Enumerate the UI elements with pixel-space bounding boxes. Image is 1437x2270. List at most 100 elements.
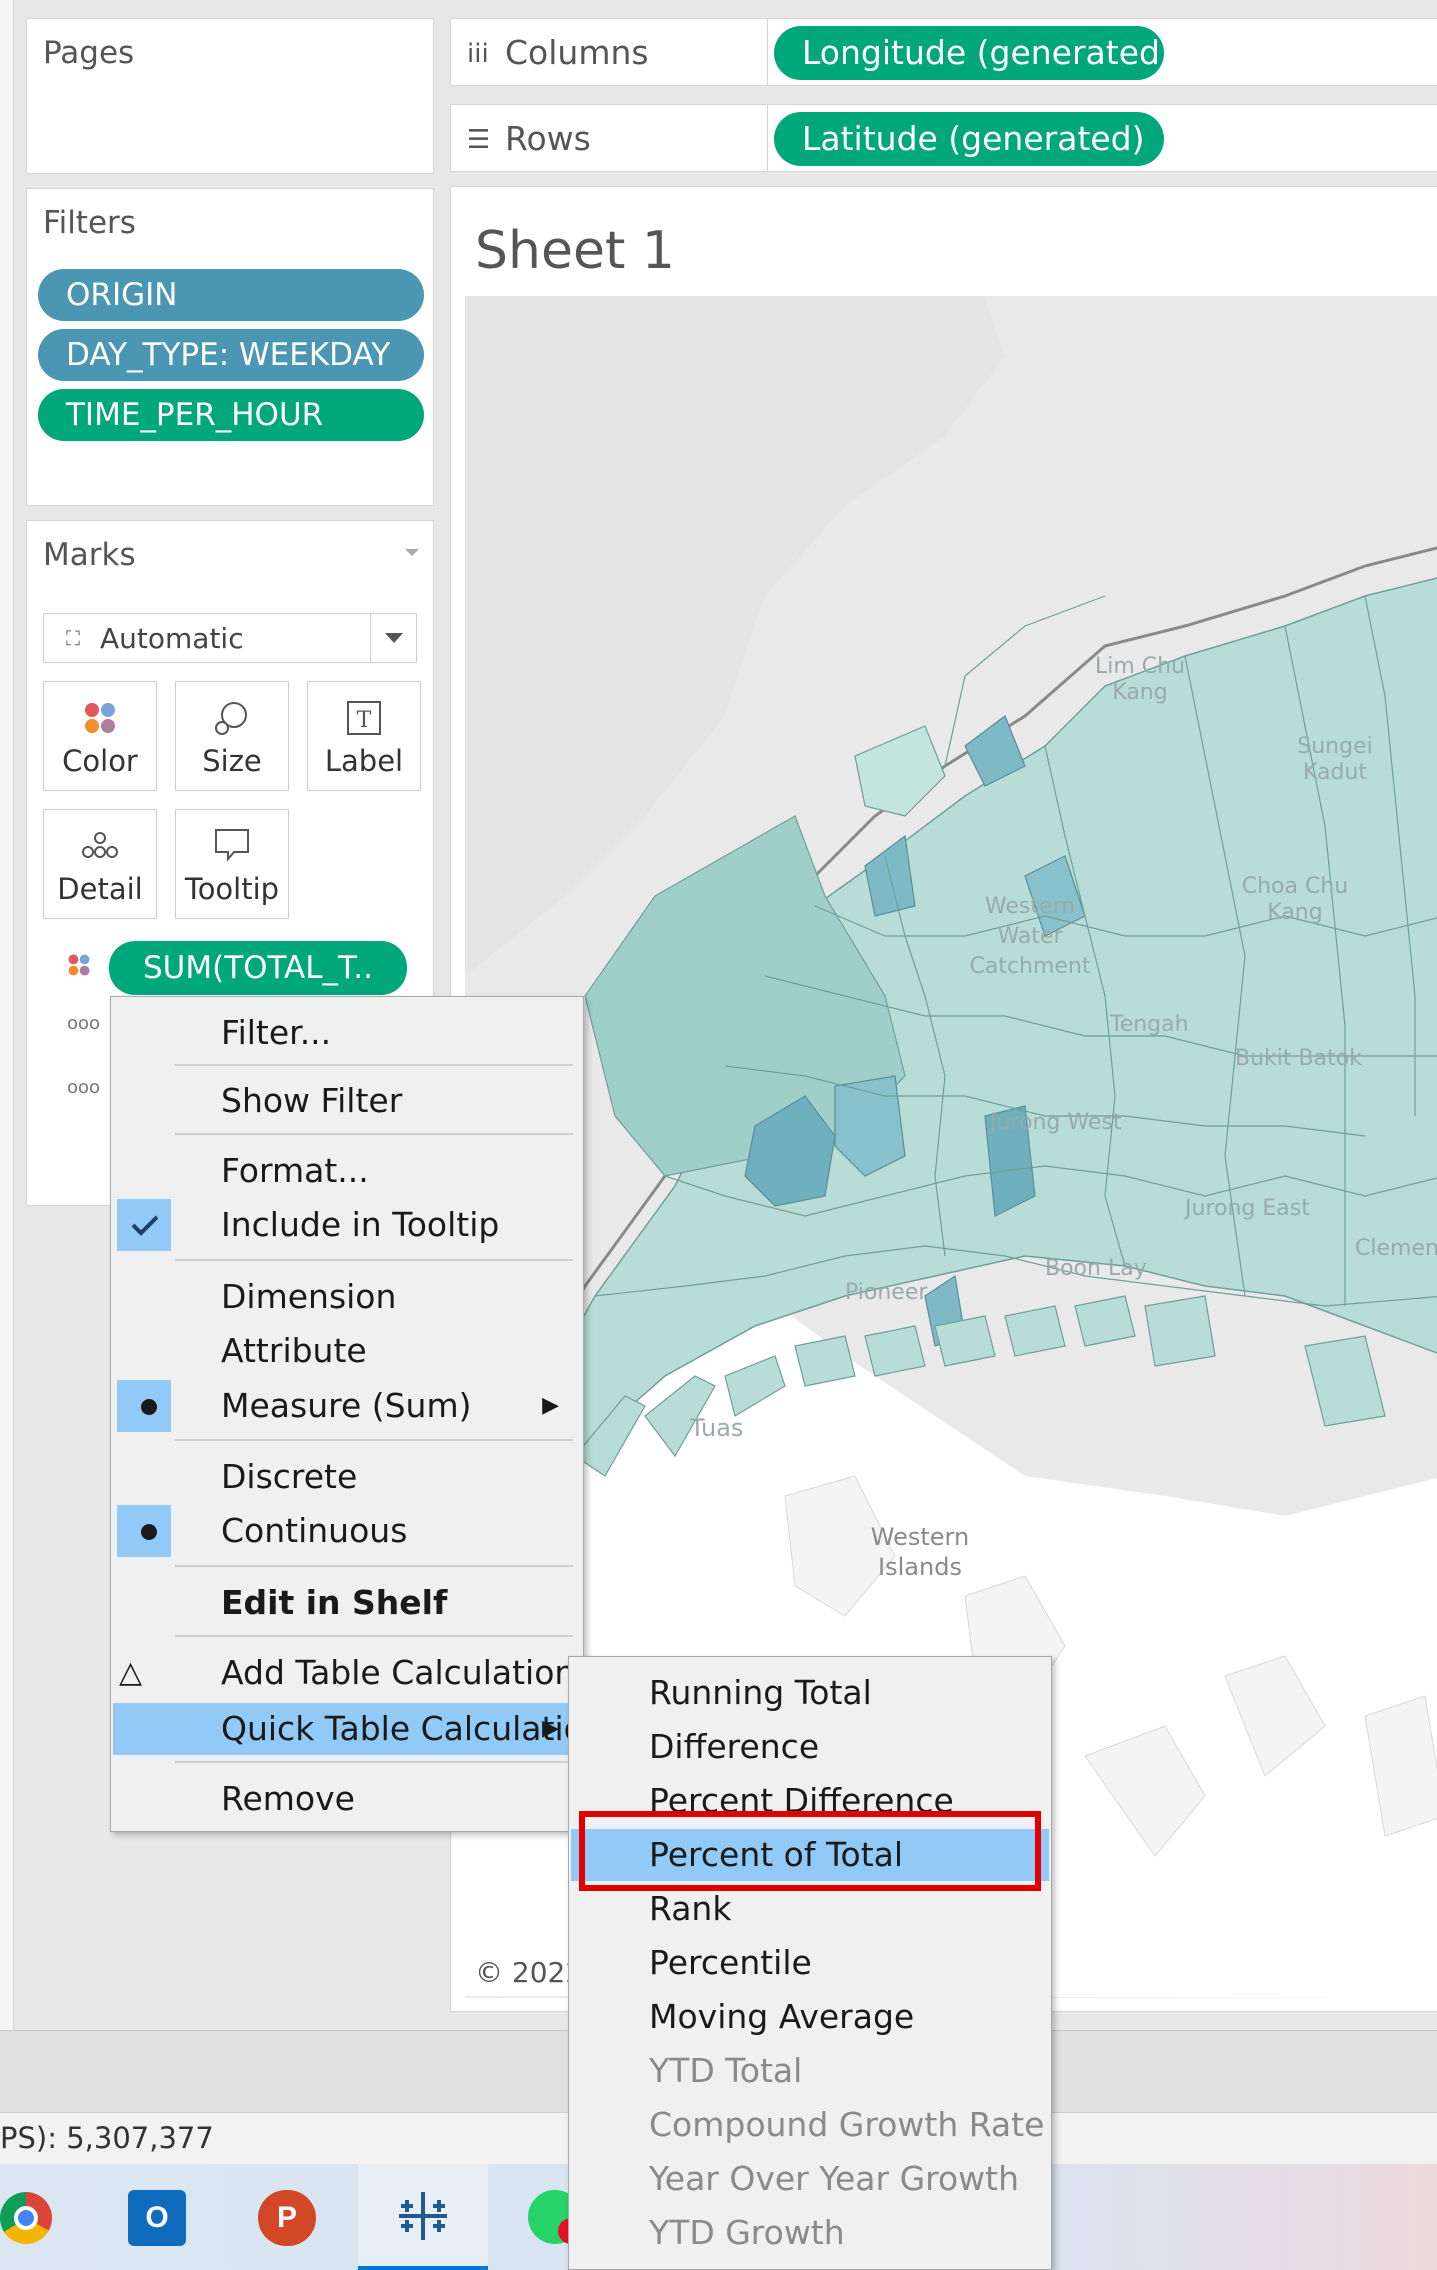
size-label: Size — [202, 744, 262, 778]
map-label-bukit-batok: Bukit Batok — [1235, 1046, 1362, 1071]
menu-separator — [175, 1635, 573, 1637]
detail-encoding-icon-2: ooo — [67, 1077, 101, 1098]
submenu-item-ytd-growth: YTD Growth — [571, 2207, 1049, 2259]
menu-item-measure-label: Measure (Sum) — [221, 1386, 472, 1425]
radio-selected-icon — [117, 1380, 171, 1432]
menu-item-add-table-calc[interactable]: △ Add Table Calculation... — [113, 1647, 607, 1699]
menu-item-remove[interactable]: Remove — [113, 1773, 581, 1825]
rows-pill[interactable]: Latitude (generated) — [774, 112, 1164, 166]
submenu-item-label: YTD Growth — [649, 2213, 845, 2252]
menu-item-quick-table-calc[interactable]: Quick Table Calculation ▶ — [113, 1703, 605, 1755]
menu-separator — [175, 1259, 573, 1261]
filters-title: Filters — [43, 205, 136, 241]
quick-table-calc-submenu[interactable]: Running Total Difference Percent Differe… — [568, 1656, 1052, 2270]
menu-item-format[interactable]: Format... — [113, 1145, 581, 1197]
columns-shelf[interactable]: iii Columns Longitude (generated) — [450, 18, 1437, 86]
submenu-arrow-icon: ▶ — [542, 1393, 559, 1418]
marks-collapse-icon[interactable] — [405, 549, 419, 556]
submenu-arrow-icon: ▶ — [542, 1716, 559, 1741]
columns-pill[interactable]: Longitude (generated) — [774, 26, 1164, 80]
automatic-mark-icon: ⛶ — [66, 626, 80, 650]
menu-item-continuous-label: Continuous — [221, 1511, 408, 1550]
color-icon — [44, 698, 156, 738]
map-label-tengah: Tengah — [1110, 1012, 1189, 1037]
filters-panel[interactable]: Filters ORIGIN DAY_TYPE: WEEKDAY TIME_PE… — [26, 188, 434, 506]
menu-item-discrete[interactable]: Discrete — [113, 1451, 581, 1503]
menu-separator — [175, 1761, 573, 1763]
size-button[interactable]: Size — [175, 681, 289, 791]
submenu-item-running-total[interactable]: Running Total — [571, 1667, 1049, 1719]
map-label-western-water-catchment: Western Water Catchment — [969, 894, 1091, 979]
columns-label: Columns — [505, 33, 649, 72]
delta-icon: △ — [119, 1655, 143, 1690]
submenu-item-label: Compound Growth Rate — [649, 2105, 1045, 2144]
tableau-icon[interactable] — [358, 2164, 488, 2270]
menu-item-show-filter[interactable]: Show Filter — [113, 1075, 581, 1127]
menu-item-continuous[interactable]: Continuous — [113, 1505, 581, 1557]
menu-item-measure[interactable]: Measure (Sum) ▶ — [113, 1380, 581, 1432]
detail-icon — [44, 826, 156, 866]
pages-panel[interactable]: Pages — [26, 18, 434, 174]
map-label-western-islands: Western Islands — [870, 1523, 970, 1581]
menu-item-edit-in-shelf-label: Edit in Shelf — [221, 1583, 448, 1622]
mark-type-value: Automatic — [100, 622, 244, 655]
rows-divider — [767, 105, 768, 171]
submenu-item-label: Percentile — [649, 1943, 812, 1982]
map-label-choa-chu-kang: Choa Chu Kang — [1241, 874, 1349, 925]
rows-shelf[interactable]: ☰ Rows Latitude (generated) — [450, 104, 1437, 172]
submenu-item-label: Moving Average — [649, 1997, 915, 2036]
submenu-item-percentile[interactable]: Percentile — [571, 1937, 1049, 1989]
submenu-item-label: Running Total — [649, 1673, 872, 1712]
submenu-item-moving-average[interactable]: Moving Average — [571, 1991, 1049, 2043]
color-label: Color — [62, 744, 138, 778]
detail-encoding-icon: ooo — [67, 1013, 101, 1034]
menu-separator — [175, 1133, 573, 1135]
submenu-item-label: Year Over Year Growth — [649, 2159, 1020, 2198]
powerpoint-icon[interactable]: P — [258, 2190, 316, 2246]
menu-item-include-tooltip[interactable]: Include in Tooltip — [113, 1199, 581, 1251]
menu-item-dimension[interactable]: Dimension — [113, 1271, 581, 1323]
detail-label: Detail — [57, 872, 143, 906]
submenu-item-label: YTD Total — [649, 2051, 803, 2090]
menu-item-edit-in-shelf[interactable]: Edit in Shelf — [113, 1577, 581, 1629]
label-button[interactable]: T Label — [307, 681, 421, 791]
left-edge-strip — [0, 0, 14, 2030]
menu-item-discrete-label: Discrete — [221, 1457, 358, 1496]
chevron-down-icon — [370, 614, 416, 662]
outlook-icon[interactable]: O — [128, 2190, 186, 2246]
detail-button[interactable]: Detail — [43, 809, 157, 919]
label-label: Label — [324, 744, 404, 778]
context-menu[interactable]: Filter... Show Filter Format... Include … — [110, 996, 607, 1832]
menu-item-filter-label: Filter... — [221, 1013, 332, 1052]
tooltip-label: Tooltip — [184, 872, 280, 906]
menu-separator — [175, 1439, 573, 1441]
radio-selected-icon — [117, 1505, 171, 1557]
pages-title: Pages — [43, 35, 135, 71]
marks-title: Marks — [43, 537, 136, 573]
menu-item-attribute[interactable]: Attribute — [113, 1325, 581, 1377]
mark-type-select[interactable]: ⛶ Automatic — [43, 613, 417, 663]
menu-item-attribute-label: Attribute — [221, 1331, 367, 1370]
submenu-item-label: Difference — [649, 1727, 820, 1766]
submenu-item-difference[interactable]: Difference — [571, 1721, 1049, 1773]
rows-label: Rows — [505, 119, 591, 158]
chrome-icon[interactable] — [0, 2192, 52, 2244]
size-icon — [176, 698, 288, 738]
marks-field-pill[interactable]: SUM(TOTAL_T.. — [109, 941, 407, 995]
color-button[interactable]: Color — [43, 681, 157, 791]
menu-item-dimension-label: Dimension — [221, 1277, 397, 1316]
menu-item-filter[interactable]: Filter... — [113, 1007, 581, 1059]
filter-pill-origin[interactable]: ORIGIN — [38, 269, 424, 321]
menu-item-add-table-calc-label: Add Table Calculation... — [221, 1653, 607, 1692]
status-text: PS): 5,307,377 — [0, 2121, 214, 2155]
filter-pill-day-type[interactable]: DAY_TYPE: WEEKDAY — [38, 329, 424, 381]
menu-item-include-tooltip-label: Include in Tooltip — [221, 1205, 500, 1244]
filter-pill-time-per-hour[interactable]: TIME_PER_HOUR — [38, 389, 424, 441]
map-label-boon-lay: Boon Lay — [1045, 1256, 1147, 1281]
submenu-item-compound-growth-rate: Compound Growth Rate — [571, 2099, 1049, 2151]
submenu-item-ytd-total: YTD Total — [571, 2045, 1049, 2097]
columns-divider — [767, 19, 768, 85]
tooltip-button[interactable]: Tooltip — [175, 809, 289, 919]
submenu-item-year-over-year-growth: Year Over Year Growth — [571, 2153, 1049, 2205]
menu-item-show-filter-label: Show Filter — [221, 1081, 403, 1120]
